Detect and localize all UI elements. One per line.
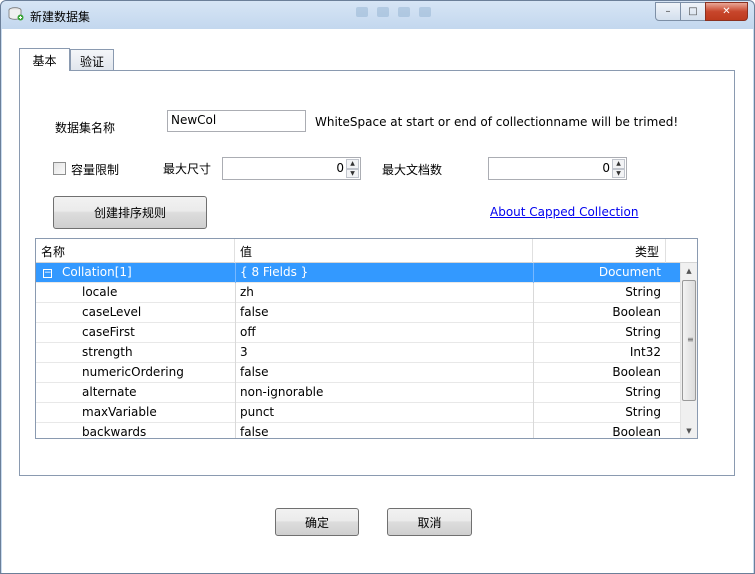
column-header-type[interactable]: 类型 bbox=[533, 239, 666, 263]
cell-value: non-ignorable bbox=[235, 383, 533, 403]
cell-name: backwards bbox=[82, 425, 147, 439]
cell-type: String bbox=[533, 323, 665, 343]
database-new-icon bbox=[8, 7, 24, 21]
collection-name-value: NewCol bbox=[171, 113, 217, 127]
cancel-button[interactable]: 取消 bbox=[387, 508, 472, 536]
tab-validation[interactable]: 验证 bbox=[70, 49, 114, 71]
cell-name: maxVariable bbox=[82, 405, 157, 419]
collection-name-label: 数据集名称 bbox=[55, 121, 116, 135]
grip-icon: ≡ bbox=[687, 335, 694, 344]
table-row[interactable]: numericOrdering false Boolean bbox=[36, 363, 681, 383]
column-header-value[interactable]: 值 bbox=[235, 239, 533, 263]
table-row[interactable]: backwards false Boolean bbox=[36, 423, 681, 439]
grid-header: 名称 值 类型 bbox=[36, 239, 697, 263]
table-row[interactable]: caseFirst off String bbox=[36, 323, 681, 343]
spin-down-icon[interactable]: ▼ bbox=[346, 168, 359, 178]
minimize-button[interactable]: – bbox=[655, 2, 681, 21]
max-docs-spin-buttons: ▲ ▼ bbox=[612, 159, 625, 178]
max-size-label: 最大尺寸 bbox=[163, 162, 212, 176]
tab-validation-label: 验证 bbox=[79, 55, 104, 69]
cell-name: Collation[1] bbox=[62, 265, 132, 279]
cell-name: alternate bbox=[82, 385, 137, 399]
table-row[interactable]: locale zh String bbox=[36, 283, 681, 303]
collapse-icon[interactable]: − bbox=[43, 269, 52, 278]
spin-up-icon[interactable]: ▲ bbox=[612, 159, 625, 169]
cell-value: false bbox=[235, 363, 533, 383]
background-toolbar-ghost bbox=[356, 6, 446, 20]
max-docs-label: 最大文档数 bbox=[382, 163, 443, 177]
max-docs-value: 0 bbox=[602, 161, 610, 175]
dialog-window: 新建数据集 – □ ✕ 基本 验证 数据集名称 NewCol WhiteSpac… bbox=[0, 0, 755, 574]
cell-name: caseLevel bbox=[82, 305, 142, 319]
cell-type: Document bbox=[533, 263, 665, 283]
scroll-thumb[interactable]: ≡ bbox=[682, 280, 696, 401]
cell-type: Boolean bbox=[533, 303, 665, 323]
spin-up-icon[interactable]: ▲ bbox=[346, 159, 359, 169]
cell-value: false bbox=[235, 423, 533, 438]
cell-value: 3 bbox=[235, 343, 533, 363]
scroll-up-icon[interactable]: ▲ bbox=[681, 263, 697, 279]
capped-label: 容量限制 bbox=[71, 163, 120, 177]
collation-grid[interactable]: 名称 值 类型 − Collation[1] { 8 Fields } Docu… bbox=[35, 238, 698, 439]
max-size-value: 0 bbox=[336, 161, 344, 175]
cell-value: punct bbox=[235, 403, 533, 423]
cell-name: strength bbox=[82, 345, 133, 359]
spin-down-icon[interactable]: ▼ bbox=[612, 168, 625, 178]
cell-value: { 8 Fields } bbox=[235, 263, 533, 283]
table-row[interactable]: strength 3 Int32 bbox=[36, 343, 681, 363]
table-row[interactable]: caseLevel false Boolean bbox=[36, 303, 681, 323]
cell-type: String bbox=[533, 403, 665, 423]
cancel-button-label: 取消 bbox=[417, 515, 442, 530]
grid-body: − Collation[1] { 8 Fields } Document loc… bbox=[36, 263, 681, 439]
dialog-client-area: 基本 验证 数据集名称 NewCol WhiteSpace at start o… bbox=[2, 29, 753, 573]
max-size-spin-buttons: ▲ ▼ bbox=[346, 159, 359, 178]
table-row[interactable]: alternate non-ignorable String bbox=[36, 383, 681, 403]
collection-name-hint: WhiteSpace at start or end of collection… bbox=[315, 115, 679, 129]
cell-type: Boolean bbox=[533, 363, 665, 383]
title-bar[interactable]: 新建数据集 – □ ✕ bbox=[1, 1, 754, 29]
maximize-button[interactable]: □ bbox=[680, 2, 706, 21]
close-button[interactable]: ✕ bbox=[705, 2, 748, 21]
maximize-icon: □ bbox=[688, 6, 698, 17]
ok-button[interactable]: 确定 bbox=[275, 508, 359, 536]
table-row-collation[interactable]: − Collation[1] { 8 Fields } Document bbox=[36, 263, 681, 283]
tab-basic-label: 基本 bbox=[32, 54, 57, 68]
collection-name-input[interactable]: NewCol bbox=[167, 110, 306, 132]
cell-value: false bbox=[235, 303, 533, 323]
cell-type: Boolean bbox=[533, 423, 665, 438]
column-header-name[interactable]: 名称 bbox=[36, 239, 235, 263]
cell-type: String bbox=[533, 283, 665, 303]
cell-name: locale bbox=[82, 285, 118, 299]
cell-name: caseFirst bbox=[82, 325, 135, 339]
close-icon: ✕ bbox=[722, 6, 731, 17]
window-title: 新建数据集 bbox=[30, 10, 91, 24]
scroll-down-icon[interactable]: ▼ bbox=[681, 423, 697, 438]
create-collation-label: 创建排序规则 bbox=[93, 206, 166, 220]
create-collation-button[interactable]: 创建排序规则 bbox=[53, 196, 207, 229]
grid-vertical-scrollbar[interactable]: ▲ ≡ ▼ bbox=[680, 263, 697, 438]
cell-value: zh bbox=[235, 283, 533, 303]
minimize-icon: – bbox=[665, 6, 671, 17]
max-size-spinner[interactable]: 0 ▲ ▼ bbox=[222, 157, 361, 180]
about-capped-collection-link[interactable]: About Capped Collection bbox=[490, 205, 638, 219]
cell-type: String bbox=[533, 383, 665, 403]
table-row[interactable]: maxVariable punct String bbox=[36, 403, 681, 423]
cell-value: off bbox=[235, 323, 533, 343]
cell-type: Int32 bbox=[533, 343, 665, 363]
tab-basic[interactable]: 基本 bbox=[19, 48, 70, 71]
window-controls: – □ ✕ bbox=[655, 2, 748, 21]
capped-checkbox[interactable] bbox=[53, 162, 66, 175]
cell-name: numericOrdering bbox=[82, 365, 184, 379]
max-docs-spinner[interactable]: 0 ▲ ▼ bbox=[488, 157, 627, 180]
ok-button-label: 确定 bbox=[304, 515, 329, 530]
